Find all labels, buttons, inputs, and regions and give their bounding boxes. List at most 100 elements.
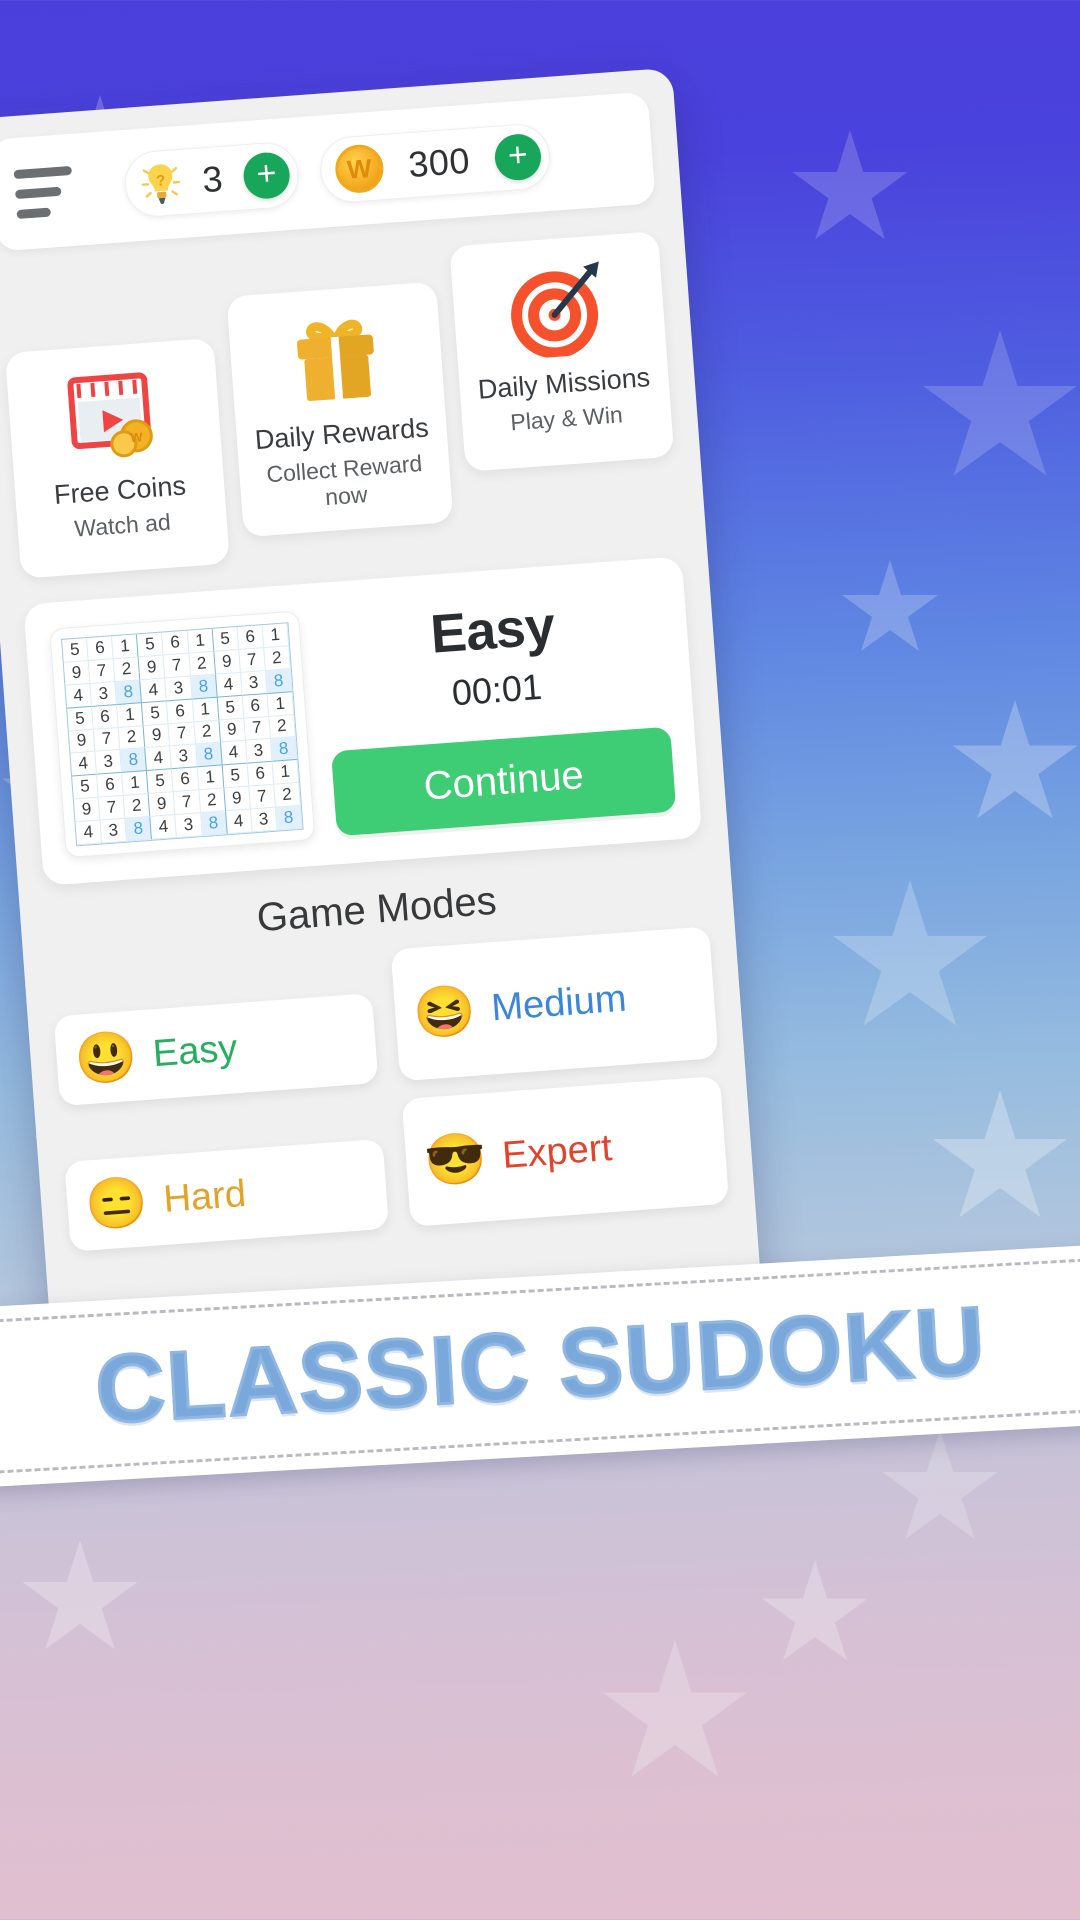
lightbulb-icon: ? — [138, 158, 183, 209]
sudoku-cell: 7 — [249, 784, 276, 810]
sudoku-cell: 4 — [75, 820, 103, 846]
coin-icon: W — [333, 143, 386, 195]
expressionless-face-emoji: 😑 — [83, 1173, 150, 1234]
mode-label: Hard — [162, 1172, 248, 1221]
sudoku-cell: 5 — [212, 626, 240, 652]
sudoku-cell: 4 — [150, 815, 178, 840]
app-screen: ? 3 + W 300 + W Free Coins Watch ad Dail… — [0, 67, 767, 1407]
coin-count: 300 — [406, 139, 472, 186]
svg-text:?: ? — [156, 172, 166, 190]
add-coins-button[interactable]: + — [493, 132, 543, 182]
sudoku-cell: 2 — [118, 725, 146, 751]
hamburger-menu-icon[interactable] — [10, 165, 75, 219]
grinning-face-emoji: 😃 — [72, 1027, 140, 1088]
sudoku-board: 5615615619729729724384384385615615619729… — [61, 622, 304, 847]
sudoku-cell: 5 — [137, 632, 164, 658]
sudoku-preview[interactable]: 5615615619729729724384384385615615619729… — [49, 610, 316, 859]
gift-box-icon — [285, 308, 388, 411]
card-subtitle: Watch ad — [73, 508, 172, 542]
hint-count: 3 — [200, 157, 225, 201]
card-title: Daily Rewards — [253, 412, 430, 456]
mode-hard[interactable]: 😑 Hard — [64, 1138, 390, 1252]
daily-missions-card[interactable]: Daily Missions Play & Win — [448, 231, 675, 472]
sudoku-cell: 7 — [239, 647, 266, 673]
mode-expert[interactable]: 😎 Expert — [401, 1075, 730, 1227]
sudoku-cell: 1 — [122, 771, 149, 796]
sudoku-cell: 9 — [138, 655, 166, 680]
sudoku-cell: 9 — [148, 792, 176, 817]
sudoku-cell: 1 — [197, 765, 225, 791]
sudoku-cell: 7 — [88, 658, 116, 684]
sudoku-cell: 9 — [63, 660, 91, 686]
mode-label: Easy — [151, 1026, 239, 1075]
sudoku-cell: 6 — [172, 767, 200, 793]
sudoku-cell: 4 — [145, 746, 173, 772]
sudoku-cell: 5 — [142, 700, 169, 726]
free-coins-card[interactable]: W Free Coins Watch ad — [4, 337, 231, 579]
sudoku-cell: 5 — [72, 774, 99, 800]
sudoku-cell: 8 — [265, 668, 293, 694]
hint-counter[interactable]: ? 3 + — [122, 140, 301, 219]
sudoku-cell: 9 — [224, 786, 251, 812]
mode-easy[interactable]: 😃 Easy — [53, 993, 379, 1107]
sudoku-cell: 1 — [187, 628, 215, 654]
squinting-face-emoji: 😆 — [411, 981, 478, 1043]
sudoku-cell: 5 — [222, 763, 250, 789]
sudoku-cell: 5 — [67, 706, 94, 732]
video-ad-coins-icon: W — [61, 364, 168, 467]
sudoku-cell: 9 — [143, 723, 171, 749]
coin-glyph: W — [345, 152, 373, 185]
sudoku-cell: 3 — [240, 670, 268, 696]
star-decoration — [792, 130, 908, 240]
sudoku-cell: 7 — [93, 727, 121, 753]
dartboard-target-icon — [503, 257, 614, 360]
sudoku-cell: 1 — [117, 702, 144, 728]
sudoku-cell: 8 — [195, 742, 223, 768]
sudoku-cell: 9 — [68, 729, 96, 754]
star-decoration — [603, 1640, 747, 1777]
daily-rewards-card[interactable]: Daily Rewards Collect Reward now — [226, 281, 454, 538]
continue-button[interactable]: Continue — [330, 726, 677, 836]
sudoku-cell: 4 — [140, 678, 168, 703]
sudoku-cell: 1 — [192, 697, 220, 722]
star-decoration — [932, 1090, 1068, 1218]
sudoku-cell: 5 — [217, 695, 245, 721]
sudoku-cell: 2 — [188, 651, 216, 677]
sudoku-cell: 6 — [242, 693, 270, 719]
banner-title: CLASSIC SUDOKU — [91, 1286, 991, 1446]
sudoku-cell: 3 — [170, 744, 198, 770]
sudoku-cell: 7 — [168, 721, 196, 747]
sudoku-cell: 8 — [120, 748, 148, 774]
coin-counter[interactable]: W 300 + — [318, 121, 553, 205]
sudoku-cell: 4 — [225, 809, 253, 835]
card-title: Free Coins — [52, 470, 187, 511]
sudoku-cell: 1 — [112, 634, 139, 659]
star-decoration — [952, 700, 1078, 819]
star-decoration — [762, 1560, 868, 1661]
sudoku-cell: 3 — [90, 681, 118, 707]
sudoku-cell: 6 — [97, 773, 124, 798]
sudoku-cell: 8 — [190, 674, 218, 700]
star-decoration — [22, 1540, 138, 1650]
mode-medium[interactable]: 😆 Medium — [390, 926, 719, 1082]
sudoku-cell: 8 — [200, 811, 228, 837]
sudoku-cell: 4 — [215, 672, 243, 698]
add-hint-button[interactable]: + — [242, 151, 292, 201]
sudoku-cell: 8 — [125, 816, 153, 842]
sudoku-cell: 2 — [113, 657, 141, 682]
card-subtitle: Collect Reward now — [265, 450, 424, 511]
continue-game-card[interactable]: 5615615619729729724384384385615615619729… — [23, 556, 703, 886]
sudoku-cell: 6 — [92, 704, 119, 730]
sudoku-cell: 6 — [167, 699, 194, 724]
sudoku-cell: 3 — [165, 676, 193, 701]
sudoku-cell: 6 — [237, 625, 265, 650]
sudoku-cell: 2 — [193, 720, 221, 745]
sudoku-cell: 2 — [264, 646, 291, 671]
sudoku-cell: 8 — [115, 679, 143, 705]
sudoku-cell: 6 — [247, 762, 275, 787]
sudoku-cell: 7 — [98, 795, 126, 821]
plus-icon: + — [255, 153, 278, 194]
top-bar: ? 3 + W 300 + — [0, 91, 656, 252]
sudoku-cell: 9 — [73, 797, 101, 823]
sudoku-cell: 1 — [267, 691, 295, 717]
